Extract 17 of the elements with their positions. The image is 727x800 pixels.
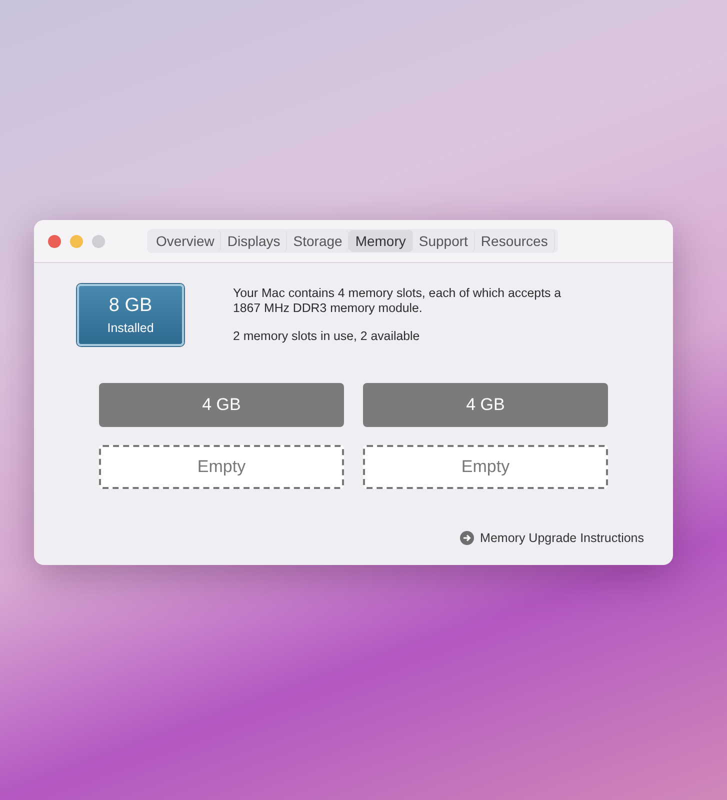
memory-upgrade-link[interactable]: Memory Upgrade Instructions [480,531,644,545]
tab[interactable]: Memory [349,230,413,252]
minimize-button[interactable] [70,234,83,248]
tab[interactable]: Displays [221,230,288,252]
tab[interactable]: Support [412,230,475,252]
tab[interactable]: Resources [474,230,555,252]
close-button[interactable] [48,234,61,248]
arrow-circle-icon[interactable] [460,531,474,545]
memory-amount: 8 GB [108,295,152,317]
memory-description: Your Mac contains 4 memory slots, each of which accepts a 1867 MHz DDR3 memory module. [233,286,562,316]
tab[interactable]: Overview [150,230,222,252]
memory-description: 2 memory slots in use, 2 available [233,329,421,344]
memory-slot-filled: 4 GB [99,383,344,427]
memory-slot-filled: 4 GB [363,383,608,427]
memory-slot-empty: Empty [99,445,344,489]
installed-label: Installed [107,321,154,335]
memory-slot-empty: Empty [363,445,608,489]
